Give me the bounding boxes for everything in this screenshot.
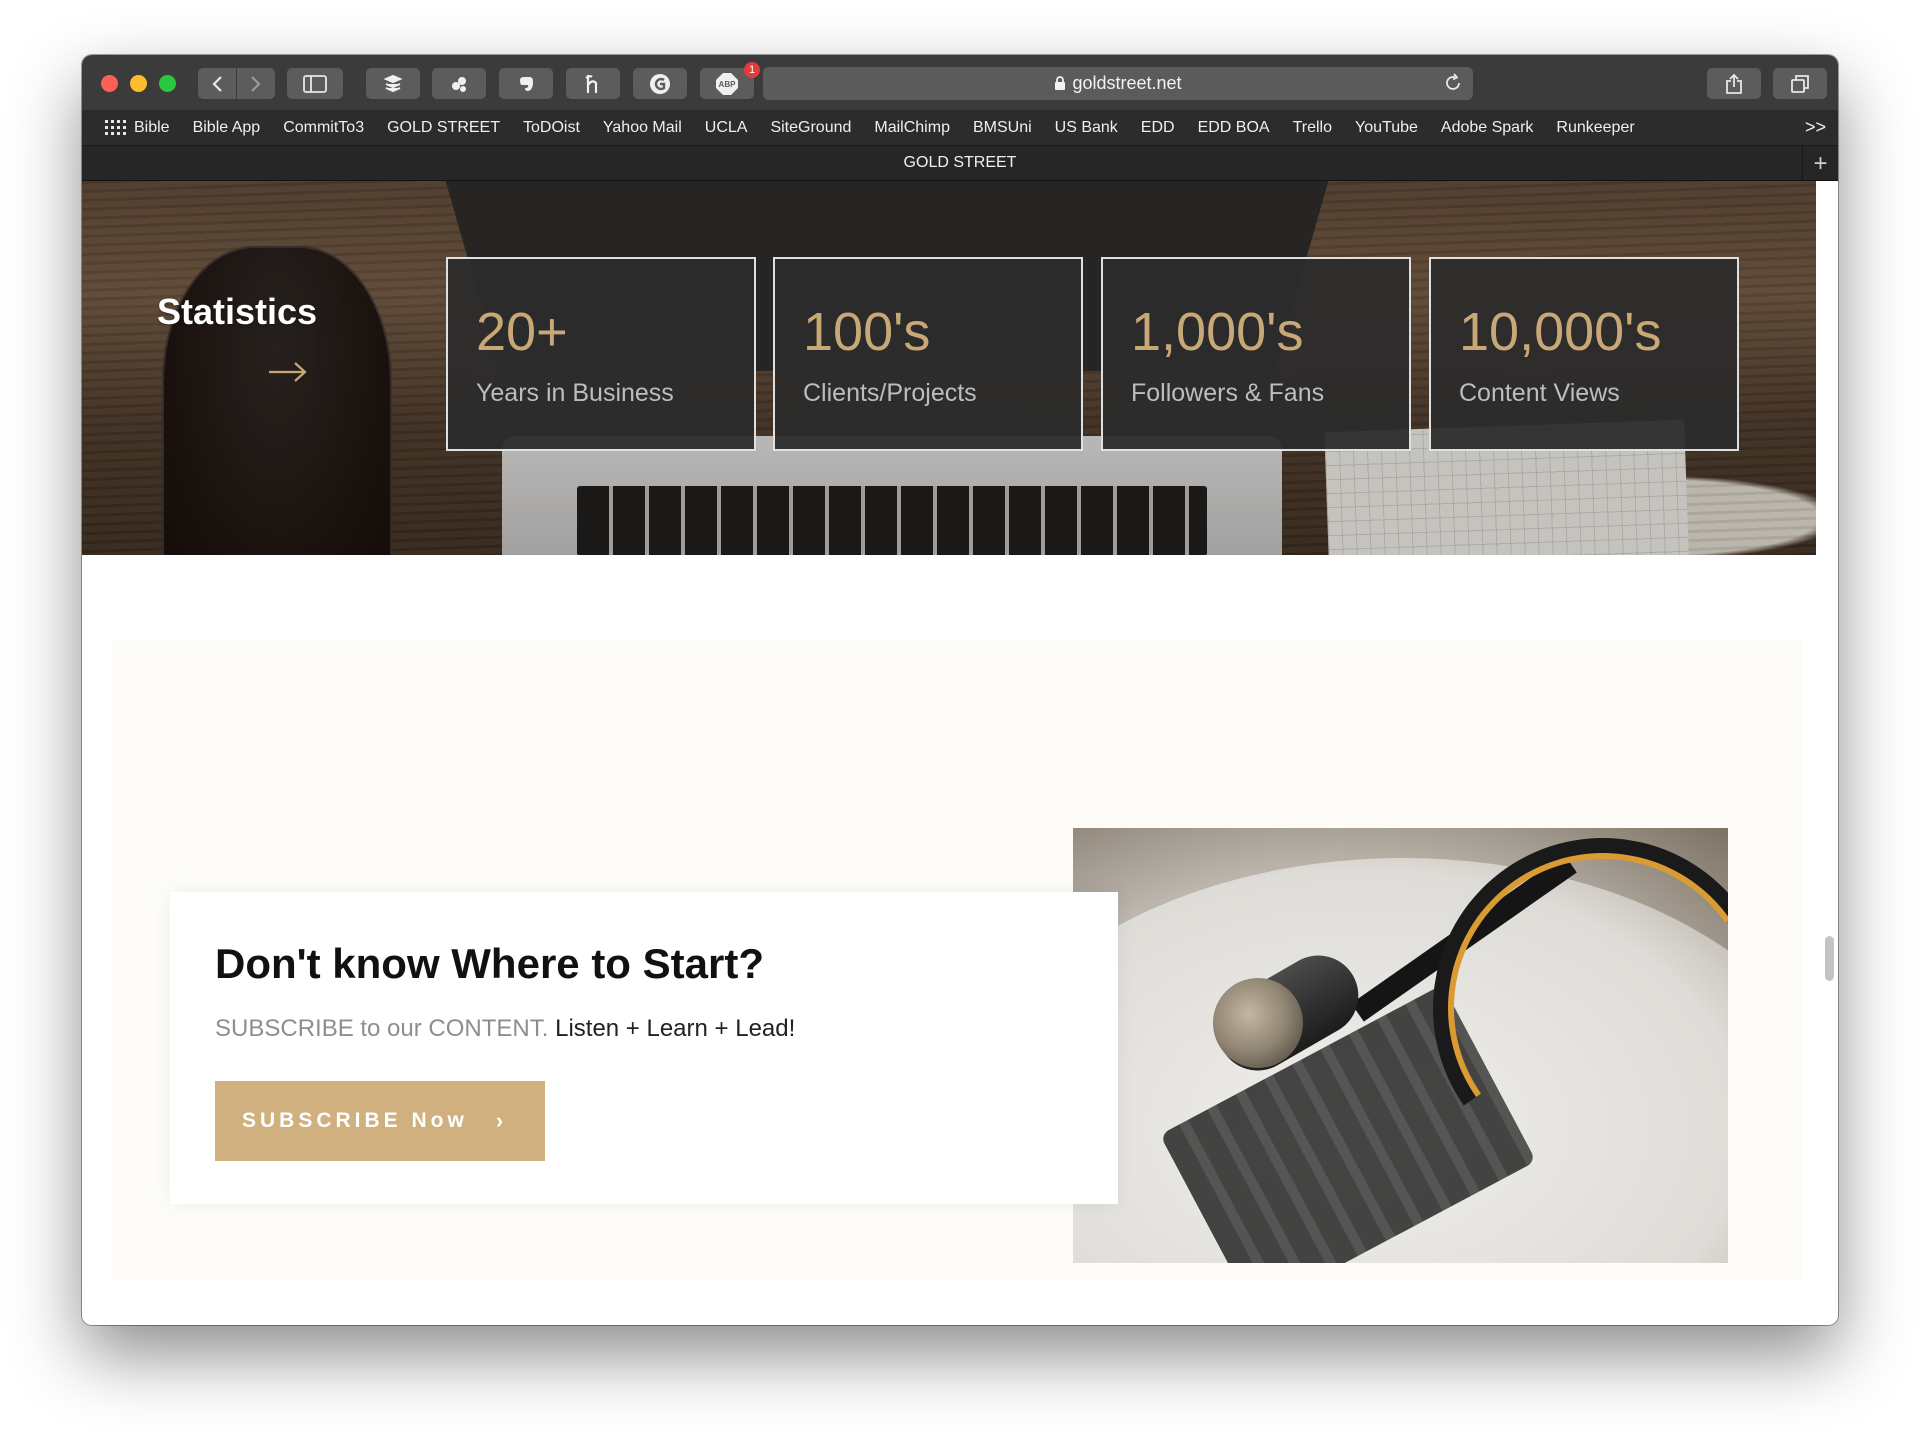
bookmark-item[interactable]: Bible App [193,119,261,137]
podcast-image [1073,828,1728,1263]
reload-icon[interactable] [1443,73,1463,93]
bookmarks-bar: Bible Bible App CommitTo3 GOLD STREET To… [82,110,1838,145]
extension-icon [452,76,466,92]
stat-value: 100's [803,302,931,362]
stat-value: 20+ [476,302,568,362]
buffer-extension-button[interactable] [366,68,420,99]
zoom-window-button[interactable] [159,75,176,92]
stat-label: Years in Business [476,379,674,407]
close-window-button[interactable] [101,75,118,92]
bookmark-item[interactable]: Trello [1293,119,1332,137]
lock-icon [1055,76,1066,90]
subscribe-subtitle-dark: Listen + Learn + Lead! [555,1015,796,1042]
sidebar-button[interactable] [287,68,343,99]
svg-text:ABP: ABP [719,80,737,89]
podcast-mic-head [1213,978,1303,1068]
stat-card: 10,000's Content Views [1429,257,1739,451]
active-tab[interactable]: GOLD STREET [904,154,1017,172]
bookmark-item[interactable]: CommitTo3 [283,119,364,137]
forward-button[interactable] [237,68,275,99]
stat-value: 1,000's [1131,302,1304,362]
arrow-right-icon[interactable] [267,361,309,383]
bookmark-item[interactable]: EDD BOA [1198,119,1270,137]
forward-icon [251,75,261,92]
stat-label: Clients/Projects [803,379,977,407]
address-bar[interactable]: goldstreet.net [763,67,1473,100]
bookmark-item[interactable]: UCLA [705,119,748,137]
chevron-right-icon: › [495,1108,504,1133]
address-text: goldstreet.net [1072,73,1182,93]
subscribe-subtitle: SUBSCRIBE to our CONTENT. Listen + Learn… [215,1015,795,1043]
subscribe-heading: Don't know Where to Start? [215,940,764,987]
stat-label: Content Views [1459,379,1620,407]
stat-label: Followers & Fans [1131,379,1325,407]
evernote-icon [520,76,533,91]
back-button[interactable] [198,68,236,99]
adblock-button[interactable]: ABP 1 [700,62,760,99]
page-scrollbar[interactable] [1825,936,1834,981]
stat-card: 20+ Years in Business [446,257,756,451]
minimize-window-button[interactable] [130,75,147,92]
adblock-badge: 1 [744,62,760,78]
subscribe-card: Don't know Where to Start? SUBSCRIBE to … [170,892,1118,1204]
bookmark-item[interactable]: Yahoo Mail [603,119,682,137]
stat-card: 100's Clients/Projects [773,257,1083,451]
bookmark-item[interactable]: ToDOist [523,119,580,137]
statistics-hero: Statistics 20+ Years in Business 100's C… [82,181,1816,555]
tab-bar: GOLD STREET + [82,145,1838,181]
subscribe-subtitle-muted: SUBSCRIBE to our CONTENT. [215,1015,549,1042]
statistics-title: Statistics [157,291,318,332]
bookmark-item[interactable]: Runkeeper [1556,119,1634,137]
honey-icon [585,74,598,93]
bookmark-item[interactable]: Adobe Spark [1441,119,1534,137]
tabs-overview-button[interactable] [1773,68,1827,99]
extension-button[interactable] [432,68,486,99]
back-icon [212,75,222,92]
subscribe-button-label: SUBSCRIBE Now [242,1109,468,1132]
grammarly-button[interactable] [633,68,687,99]
tabs-overview-icon [1791,74,1809,93]
evernote-button[interactable] [499,68,553,99]
bookmark-item[interactable]: BMSUni [973,119,1032,137]
subscribe-now-button[interactable]: SUBSCRIBE Now › [215,1081,545,1161]
buffer-icon [383,74,403,92]
honey-button[interactable] [566,68,620,99]
bookmark-item[interactable]: MailChimp [874,119,950,137]
stat-card: 1,000's Followers & Fans [1101,257,1411,451]
apps-grid-icon[interactable] [104,119,126,137]
browser-toolbar: ABP 1 goldstreet.net [82,55,1838,110]
bookmark-item[interactable]: GOLD STREET [387,119,500,137]
sidebar-icon [303,74,327,93]
share-button[interactable] [1707,68,1761,99]
bookmark-item[interactable]: SiteGround [770,119,851,137]
new-tab-button[interactable]: + [1802,146,1838,181]
adblock-icon: ABP [716,72,738,95]
bookmarks-overflow-button[interactable]: >> [1805,117,1826,138]
share-icon [1726,73,1742,94]
stat-value: 10,000's [1459,302,1662,362]
grammarly-icon [650,73,670,94]
page-viewport: Statistics 20+ Years in Business 100's C… [82,181,1838,1325]
bookmark-item[interactable]: YouTube [1355,119,1418,137]
bookmark-item[interactable]: EDD [1141,119,1175,137]
bookmark-item[interactable]: Bible [134,119,170,137]
bookmark-item[interactable]: US Bank [1055,119,1118,137]
browser-window: ABP 1 goldstreet.net Bible Bible App Com… [82,55,1838,1325]
